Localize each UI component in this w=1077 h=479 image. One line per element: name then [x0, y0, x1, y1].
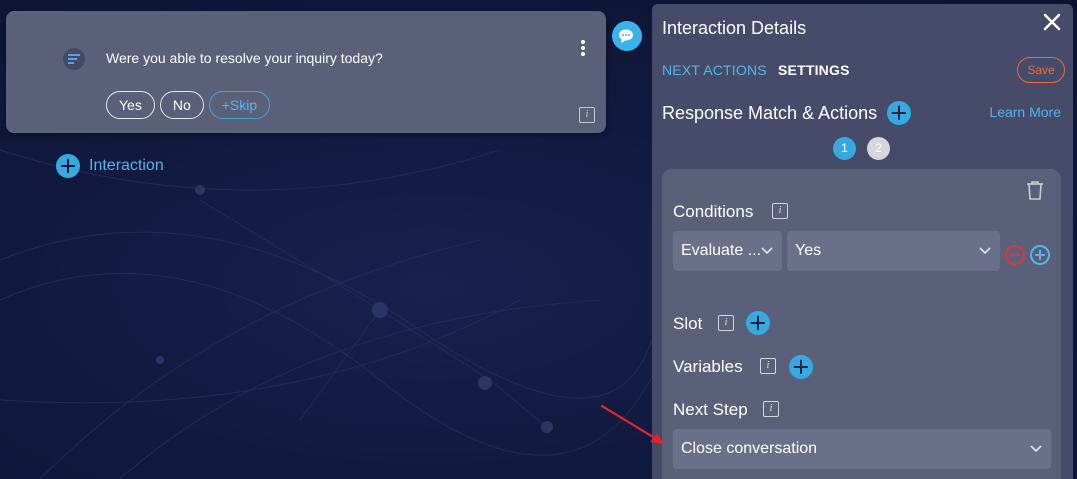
evaluate-select[interactable]: Evaluate ...: [673, 231, 782, 271]
conditions-info-icon[interactable]: i: [772, 203, 788, 219]
tab-next-actions[interactable]: NEXT ACTIONS: [662, 62, 767, 78]
variables-label: Variables: [673, 357, 743, 376]
kebab-menu-icon[interactable]: [580, 39, 586, 60]
match-value-select[interactable]: Yes: [787, 231, 1000, 271]
slot-label: Slot: [673, 314, 703, 333]
add-interaction-label: Interaction: [89, 157, 164, 174]
no-button[interactable]: No: [159, 91, 204, 119]
add-variable-plus-icon[interactable]: [789, 355, 813, 379]
evaluate-select-value: Evaluate ...: [681, 242, 762, 259]
remove-condition-icon[interactable]: [1005, 245, 1025, 265]
add-interaction-button[interactable]: Interaction: [56, 154, 164, 178]
info-icon[interactable]: i: [579, 107, 595, 123]
add-response-plus-icon[interactable]: [887, 101, 911, 125]
chat-bubble-icon[interactable]: [612, 21, 642, 51]
add-condition-icon[interactable]: [1030, 245, 1050, 265]
plus-circle-icon: [56, 154, 80, 178]
answer-buttons: Yes No +Skip: [106, 91, 271, 119]
panel-title: Interaction Details: [662, 18, 807, 38]
close-icon[interactable]: [1043, 12, 1061, 36]
trash-icon[interactable]: [1026, 180, 1044, 200]
match-value-select-value: Yes: [795, 242, 822, 259]
add-slot-plus-icon[interactable]: [746, 311, 770, 335]
step-2[interactable]: 2: [867, 137, 890, 160]
slot-info-icon[interactable]: i: [718, 315, 734, 331]
interaction-details-panel: Interaction Details NEXT ACTIONS SETTING…: [652, 4, 1073, 479]
annotation-arrow-icon: [600, 404, 664, 444]
response-match-title: Response Match & Actions: [662, 103, 878, 123]
variables-info-icon[interactable]: i: [760, 358, 776, 374]
step-1[interactable]: 1: [833, 137, 856, 160]
skip-button[interactable]: +Skip: [208, 91, 271, 119]
chevron-down-icon: [1030, 445, 1042, 453]
question-text: Were you able to resolve your inquiry to…: [106, 50, 383, 66]
next-step-label: Next Step: [673, 400, 748, 419]
message-lines-icon: [63, 48, 85, 70]
question-card[interactable]: Were you able to resolve your inquiry to…: [6, 11, 606, 133]
chevron-down-icon: [761, 247, 773, 255]
next-step-info-icon[interactable]: i: [763, 401, 779, 417]
next-step-select[interactable]: Close conversation: [673, 429, 1051, 469]
tab-settings[interactable]: SETTINGS: [778, 62, 850, 78]
next-step-select-value: Close conversation: [681, 440, 818, 457]
learn-more-link[interactable]: Learn More: [989, 104, 1061, 120]
save-button[interactable]: Save: [1017, 57, 1065, 83]
response-card: Conditions i Evaluate ... Yes Slot i Var…: [662, 169, 1061, 479]
yes-button[interactable]: Yes: [106, 91, 155, 119]
chevron-down-icon: [979, 247, 991, 255]
step-indicator: 1 2: [833, 137, 890, 160]
conditions-label: Conditions: [673, 202, 754, 221]
